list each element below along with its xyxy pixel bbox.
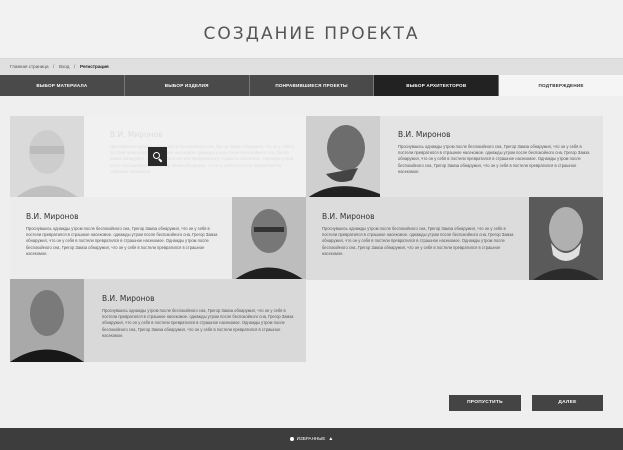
breadcrumb-registration: Регистрация (80, 64, 109, 69)
breadcrumb-home[interactable]: Главная страница (10, 64, 49, 69)
architect-name: В.И. Миронов (26, 212, 79, 221)
footer: ИЗБРАННЫЕ ▲ (0, 428, 623, 450)
favorites-bar[interactable]: ИЗБРАННЫЕ ▲ (0, 428, 623, 450)
architect-photo (232, 197, 306, 280)
architect-photo (529, 197, 603, 280)
tab-liked-projects[interactable]: ПОНРАВИВШИЕСЯ ПРОЕКТЫ (249, 75, 375, 96)
breadcrumb-separator: / (53, 64, 55, 69)
architect-bio: Проснувшись однажды утром после беспокой… (110, 144, 294, 174)
tab-architects[interactable]: ВЫБОР АРХИТЕКТОРОВ (374, 75, 500, 96)
favorites-label: ИЗБРАННЫЕ (296, 436, 326, 441)
architect-bio: Проснувшись однажды утром после беспокой… (398, 144, 590, 174)
architect-photo (10, 116, 84, 199)
architect-bio: Проснувшись однажды утром после беспокой… (102, 308, 294, 338)
breadcrumb-separator: / (74, 64, 76, 69)
architect-photo (10, 279, 84, 362)
architect-card[interactable]: В.И. Миронов Проснувшись однажды утром п… (306, 197, 603, 280)
page-title: СОЗДАНИЕ ПРОЕКТА (203, 24, 420, 44)
arrow-up-icon: ▲ (328, 436, 334, 442)
architect-card[interactable]: В.И. Миронов Проснувшись однажды утром п… (10, 279, 306, 362)
page-header: СОЗДАНИЕ ПРОЕКТА (0, 0, 623, 58)
tab-product[interactable]: ВЫБОР ИЗДЕЛИЯ (124, 75, 250, 96)
architect-name: В.И. Миронов (398, 130, 451, 139)
architect-name: В.И. Миронов (102, 294, 155, 303)
architect-photo (306, 116, 380, 199)
architect-name: В.И. Миронов (110, 130, 163, 139)
breadcrumb: Главная страница / Вход / Регистрация (0, 58, 623, 75)
dot-icon (289, 436, 294, 441)
architect-card[interactable]: В.И. Миронов Проснувшись однажды утром п… (306, 116, 603, 199)
architect-card[interactable]: В.И. Миронов Проснувшись однажды утром п… (10, 197, 306, 280)
step-tabs: ВЫБОР МАТЕРИАЛА ВЫБОР ИЗДЕЛИЯ ПОНРАВИВШИ… (0, 75, 623, 96)
skip-button[interactable]: ПРОПУСТИТЬ (449, 395, 521, 411)
zoom-button[interactable] (148, 147, 167, 166)
architect-name: В.И. Миронов (322, 212, 375, 221)
next-button[interactable]: ДАЛЕЕ (532, 395, 603, 411)
tab-confirmation[interactable]: ПОДТВЕРЖДЕНИЕ (499, 75, 623, 96)
tab-material[interactable]: ВЫБОР МАТЕРИАЛА (0, 75, 125, 96)
architect-bio: Проснувшись однажды утром после беспокой… (322, 226, 514, 256)
architect-bio: Проснувшись однажды утром после беспокой… (26, 226, 218, 256)
breadcrumb-login[interactable]: Вход (59, 64, 69, 69)
